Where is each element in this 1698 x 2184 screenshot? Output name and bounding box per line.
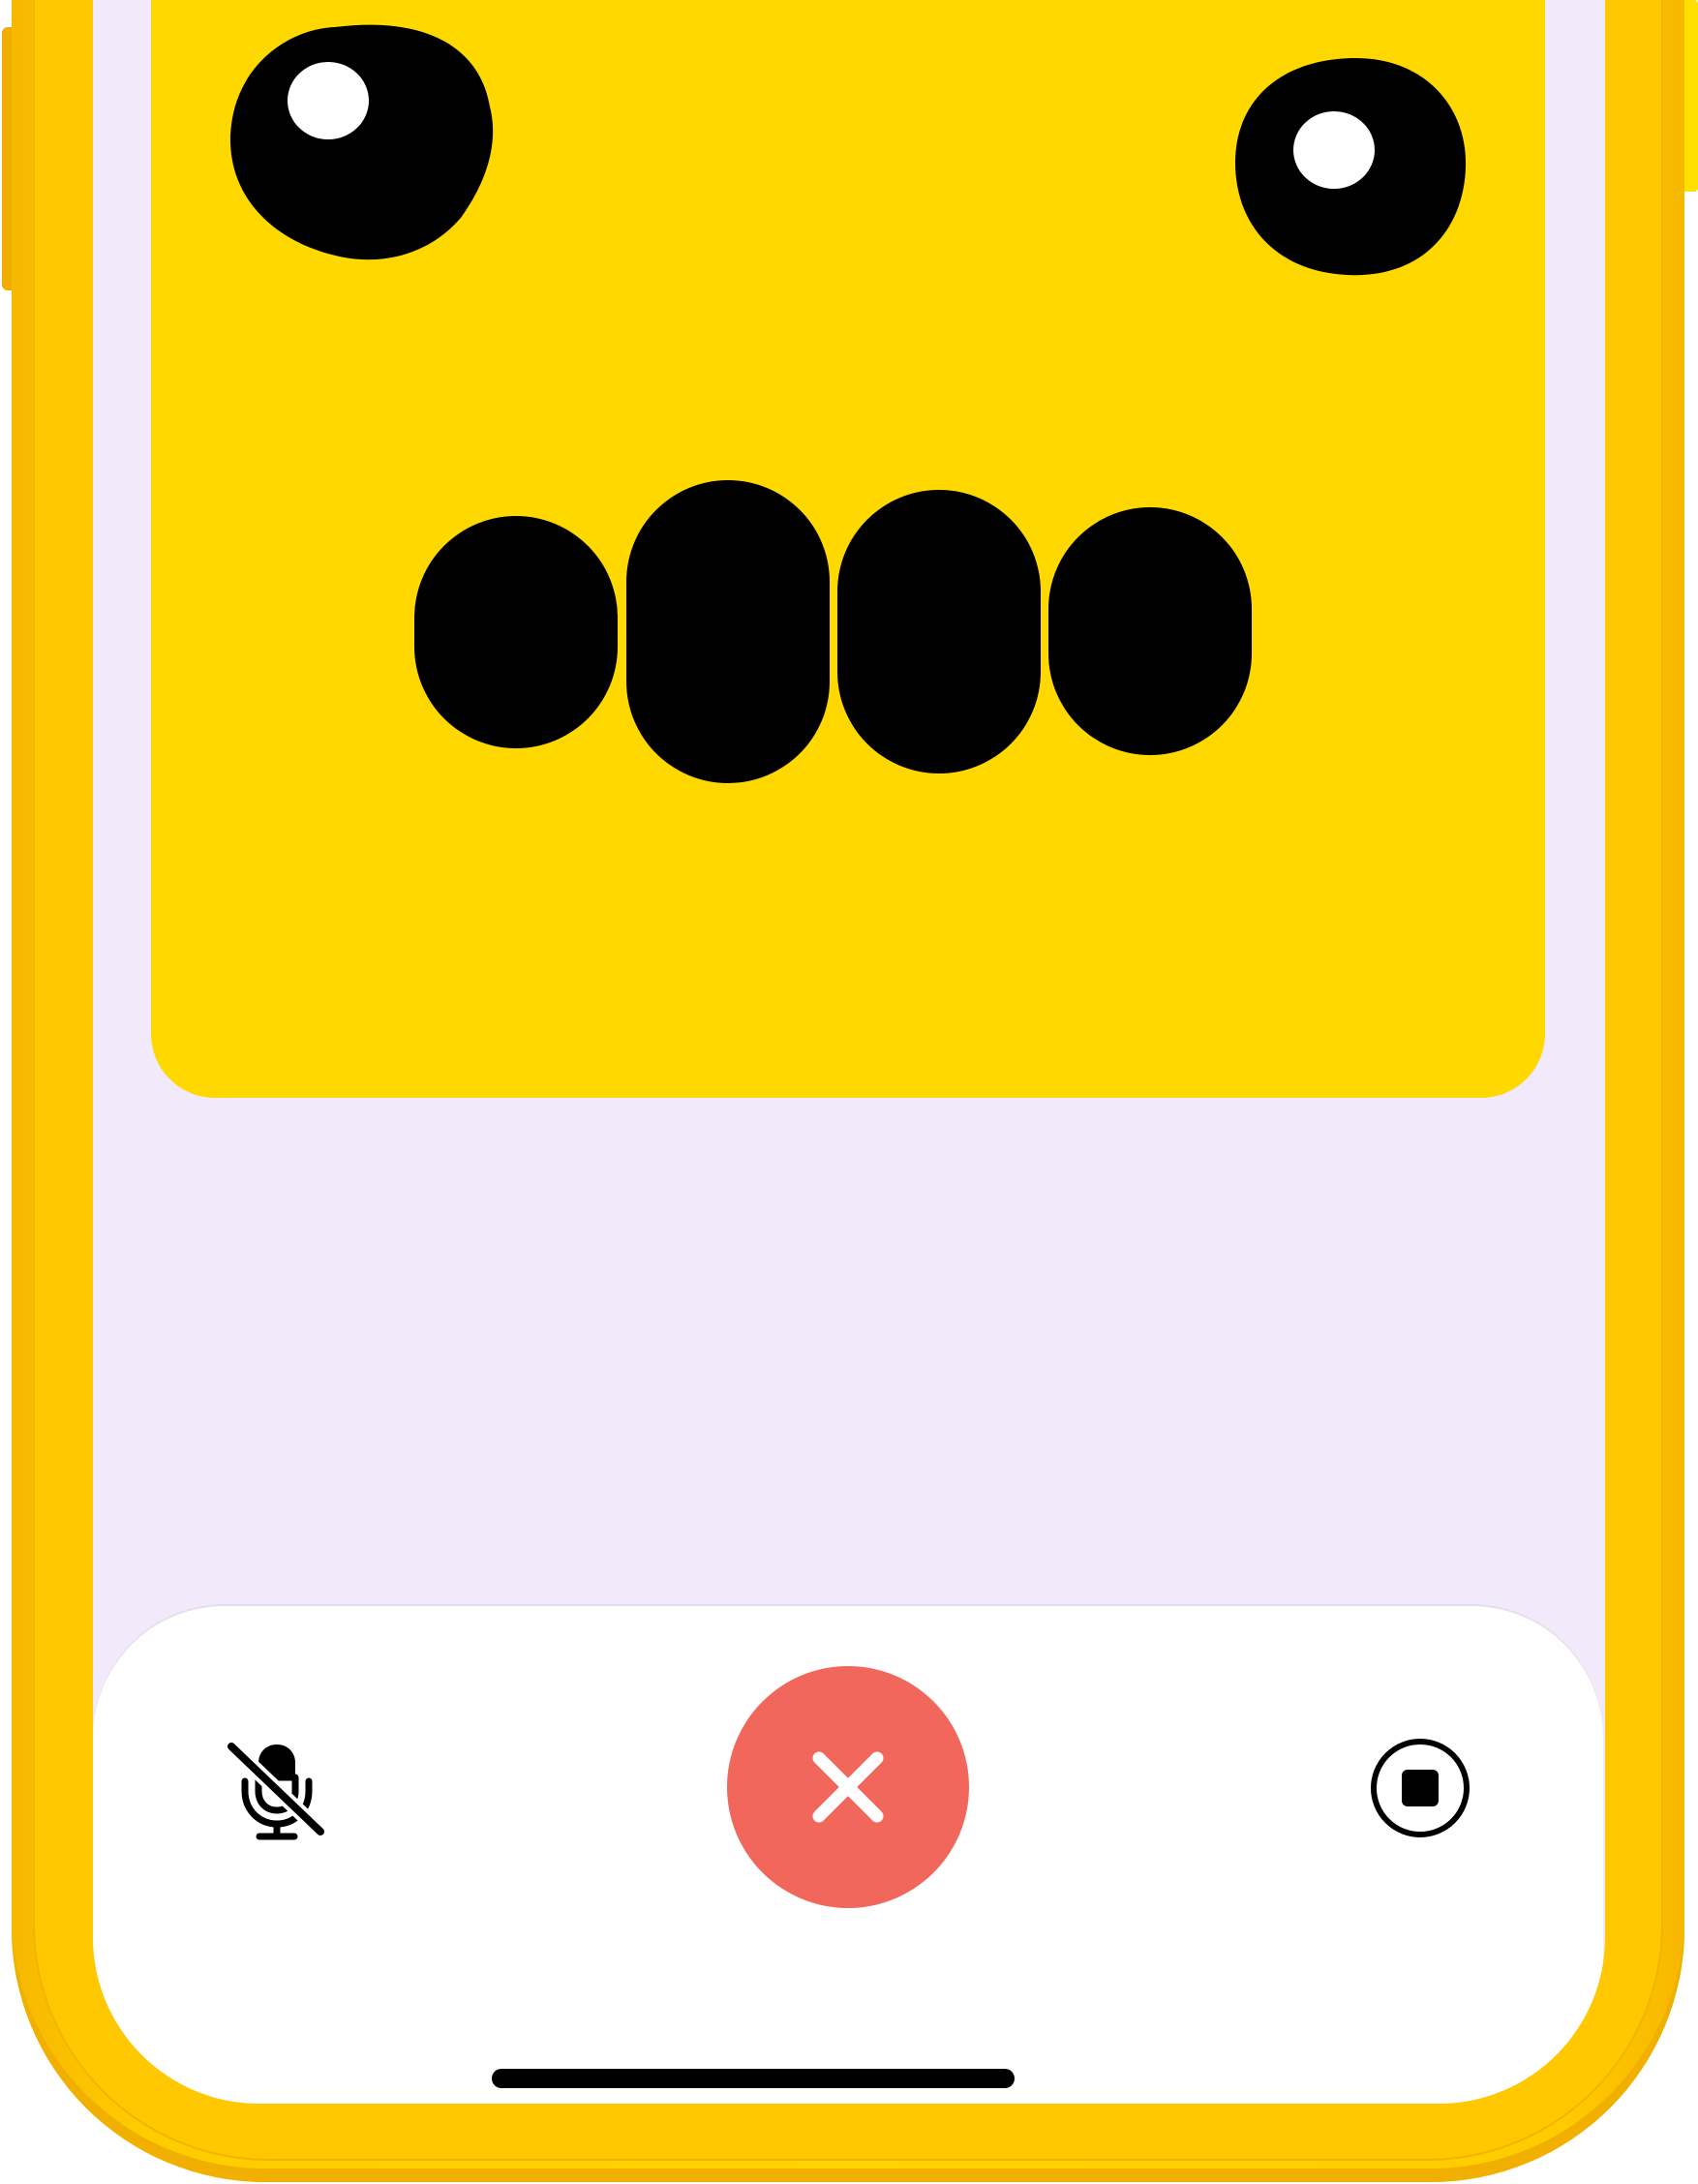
character-face-card xyxy=(151,0,1545,1098)
mouth-pill-2 xyxy=(626,480,830,783)
character-face xyxy=(229,24,1467,783)
mute-microphone-button[interactable] xyxy=(219,1730,335,1846)
home-indicator[interactable] xyxy=(492,2069,1015,2088)
left-eye xyxy=(229,24,494,260)
app-stage xyxy=(0,0,1698,2184)
mouth-pill-1 xyxy=(414,516,618,748)
stop-button[interactable] xyxy=(1369,1737,1471,1839)
end-call-button[interactable] xyxy=(727,1666,969,1908)
call-control-bar xyxy=(93,1606,1603,2104)
mouth-pill-4 xyxy=(1048,507,1252,755)
stop-circle-icon xyxy=(1371,1739,1470,1837)
mouth xyxy=(414,480,1252,783)
mic-off-icon xyxy=(224,1739,328,1840)
right-eye xyxy=(1235,57,1467,276)
phone-screen xyxy=(93,0,1605,2104)
mouth-pill-3 xyxy=(837,490,1041,774)
close-icon xyxy=(812,1751,884,1823)
